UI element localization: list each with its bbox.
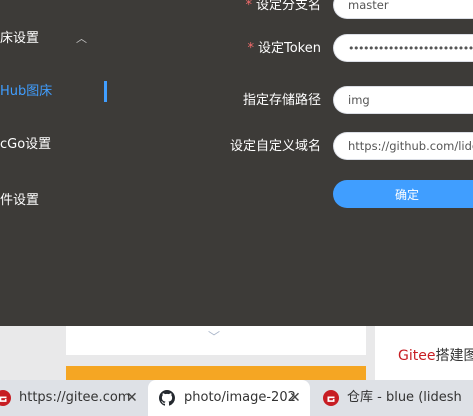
sidebar-item-picgo-settings[interactable]: cGo设置: [0, 130, 120, 160]
article-heading: Gitee搭建图: [398, 348, 473, 364]
form-label-token: * 设定Token: [247, 41, 322, 56]
token-input[interactable]: [333, 34, 473, 62]
form-row-branch: * 设定分支名: [120, 0, 473, 21]
chevron-down-icon[interactable]: ﹀: [208, 328, 220, 345]
form-label-domain: 设定自定义域名: [229, 139, 321, 154]
tab-title: https://gitee.com: [19, 390, 131, 405]
gitee-icon: [323, 390, 339, 406]
picgo-settings-window: 床设置 ︿ Hub图床 cGo设置 件设置 *设定分支名 *设定Token 指定…: [0, 0, 473, 326]
sidebar-item-label: 件设置: [0, 193, 40, 208]
tab-title: 仓库 - blue (lidesh: [347, 390, 462, 405]
sidebar-item-label: 床设置: [0, 31, 40, 46]
tab-github-photo[interactable]: photo/image-202 ✕: [148, 380, 310, 416]
sidebar-item-pic-bed-settings[interactable]: 床设置 ︿: [0, 24, 120, 54]
chevron-up-icon: ︿: [76, 32, 87, 45]
tab-gitee-home[interactable]: https://gitee.com ✕: [0, 380, 146, 416]
close-icon[interactable]: ✕: [126, 380, 138, 416]
confirm-button[interactable]: 确定: [333, 180, 473, 208]
active-indicator: [104, 81, 107, 102]
sidebar-item-plugin-settings[interactable]: 件设置: [0, 186, 120, 216]
form-row-token: * 设定Token: [120, 34, 473, 64]
orange-banner: [66, 366, 366, 380]
domain-input[interactable]: [333, 132, 473, 160]
required-asterisk: *: [245, 0, 252, 13]
gitee-icon: [0, 390, 11, 406]
form-row-path: 指定存储路径: [120, 86, 473, 116]
sidebar-item-label: Hub图床: [0, 84, 53, 99]
github-icon: [159, 390, 175, 406]
form-row-domain: 设定自定义域名: [120, 132, 473, 162]
form-label-path: 指定存储路径: [242, 93, 321, 108]
required-asterisk: *: [247, 41, 255, 56]
close-icon[interactable]: ✕: [289, 380, 301, 416]
branch-input[interactable]: [333, 0, 473, 19]
sidebar-item-github[interactable]: Hub图床: [0, 77, 120, 107]
sidebar: 床设置 ︿ Hub图床 cGo设置 件设置: [0, 0, 120, 326]
path-input[interactable]: [333, 86, 473, 114]
tab-title: photo/image-202: [184, 390, 296, 405]
sidebar-item-label: cGo设置: [0, 137, 52, 152]
tab-gitee-repo[interactable]: 仓库 - blue (lidesh: [314, 380, 473, 416]
form-label-branch: * 设定分支名: [245, 0, 321, 13]
